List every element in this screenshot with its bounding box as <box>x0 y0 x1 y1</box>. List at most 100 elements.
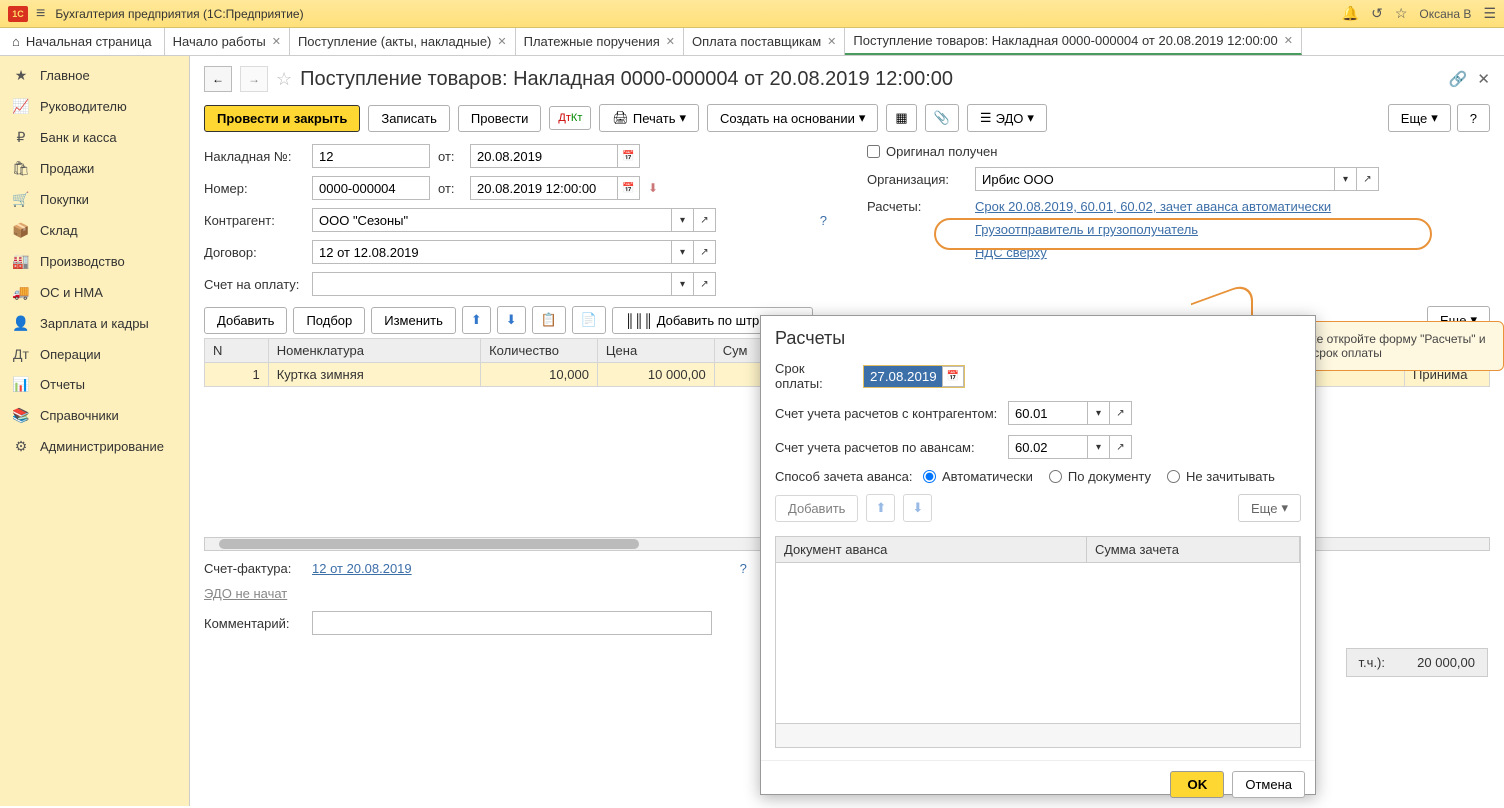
nav-warehouse[interactable]: 📦Склад <box>0 215 189 246</box>
create-based-button[interactable]: Создать на основании ▾ <box>707 104 878 132</box>
invoice-no-input[interactable] <box>312 144 430 168</box>
original-checkbox[interactable] <box>867 145 880 158</box>
tab-goods-receipt[interactable]: Поступление товаров: Накладная 0000-0000… <box>845 28 1302 55</box>
tab-vendor-pay[interactable]: Оплата поставщикам✕ <box>684 28 845 55</box>
nav-refs[interactable]: 📚Справочники <box>0 400 189 431</box>
open-icon[interactable]: ↗ <box>694 208 716 232</box>
popup-up-button[interactable]: ⬆ <box>866 494 895 522</box>
menu-icon[interactable]: ≡ <box>36 5 45 23</box>
change-button[interactable]: Изменить <box>371 307 456 334</box>
chevron-down-icon[interactable]: ▾ <box>1335 167 1357 191</box>
hint-link-2[interactable]: ? <box>740 561 747 576</box>
chevron-down-icon[interactable]: ▾ <box>672 240 694 264</box>
attach-button[interactable]: 📎 <box>925 104 959 132</box>
nav-admin[interactable]: ⚙Администрирование <box>0 431 189 462</box>
radio-doc[interactable]: По документу <box>1049 469 1151 484</box>
tab-payments[interactable]: Платежные поручения✕ <box>516 28 684 55</box>
col-doc[interactable]: Документ аванса <box>776 537 1087 562</box>
edo-button[interactable]: ☰ ЭДО ▾ <box>967 104 1047 132</box>
close-icon[interactable]: ✕ <box>497 35 506 48</box>
add-row-button[interactable]: Добавить <box>204 307 287 334</box>
radio-none[interactable]: Не зачитывать <box>1167 469 1275 484</box>
back-button[interactable]: ← <box>204 66 232 92</box>
open-icon[interactable]: ↗ <box>694 272 716 296</box>
chevron-down-icon[interactable]: ▾ <box>1088 435 1110 459</box>
copy-button[interactable]: 📋 <box>532 306 566 334</box>
nav-hr[interactable]: 👤Зарплата и кадры <box>0 308 189 339</box>
post-button[interactable]: Провести <box>458 105 542 132</box>
nav-operations[interactable]: ДтОперации <box>0 339 189 369</box>
nav-reports[interactable]: 📊Отчеты <box>0 369 189 400</box>
forward-button[interactable]: → <box>240 66 268 92</box>
open-icon[interactable]: ↗ <box>1110 435 1132 459</box>
chevron-down-icon[interactable]: ▾ <box>1088 401 1110 425</box>
calendar-icon[interactable]: 📅 <box>618 176 640 200</box>
scroll-thumb[interactable] <box>219 539 639 549</box>
collapse-icon[interactable]: ☰ <box>1483 5 1496 22</box>
close-icon[interactable]: ✕ <box>272 35 281 48</box>
calendar-icon[interactable]: 📅 <box>618 144 640 168</box>
contract-input[interactable] <box>312 240 672 264</box>
chevron-down-icon[interactable]: ▾ <box>672 208 694 232</box>
favorite-icon[interactable]: ☆ <box>276 69 292 90</box>
number-date-input[interactable] <box>470 176 618 200</box>
select-button[interactable]: Подбор <box>293 307 365 334</box>
move-up-button[interactable]: ⬆ <box>462 306 491 334</box>
col-sum[interactable]: Сумма зачета <box>1087 537 1300 562</box>
comment-input[interactable] <box>312 611 712 635</box>
nav-production[interactable]: 🏭Производство <box>0 246 189 277</box>
col-price[interactable]: Цена <box>597 339 714 363</box>
nav-bank[interactable]: ₽Банк и касса <box>0 122 189 153</box>
invoice-fact-link[interactable]: 12 от 20.08.2019 <box>312 561 412 576</box>
history-icon[interactable]: ↺ <box>1371 5 1383 22</box>
calendar-icon[interactable]: 📅 <box>942 366 964 387</box>
radio-auto[interactable]: Автоматически <box>923 469 1033 484</box>
star-icon[interactable]: ☆ <box>1395 5 1408 22</box>
nav-purchases[interactable]: 🛒Покупки <box>0 184 189 215</box>
col-n[interactable]: N <box>205 339 269 363</box>
more-button[interactable]: Еще ▾ <box>1388 104 1451 132</box>
open-icon[interactable]: ↗ <box>1357 167 1379 191</box>
structure-button[interactable]: ▦ <box>886 104 916 132</box>
close-icon[interactable]: ✕ <box>1477 70 1490 88</box>
cancel-button[interactable]: Отмена <box>1232 771 1305 798</box>
open-icon[interactable]: ↗ <box>694 240 716 264</box>
print-button[interactable]: 🖨Печать ▾ <box>599 104 699 132</box>
close-icon[interactable]: ✕ <box>827 35 836 48</box>
acc2-input[interactable] <box>1008 435 1088 459</box>
contractor-input[interactable] <box>312 208 672 232</box>
popup-down-button[interactable]: ⬇ <box>903 494 932 522</box>
invoice-date-input[interactable] <box>470 144 618 168</box>
number-input[interactable] <box>312 176 430 200</box>
nav-manager[interactable]: 📈Руководителю <box>0 91 189 122</box>
close-icon[interactable]: ✕ <box>1284 34 1293 47</box>
popup-add-button[interactable]: Добавить <box>775 495 858 522</box>
org-input[interactable] <box>975 167 1335 191</box>
tab-receipts[interactable]: Поступление (акты, накладные)✕ <box>290 28 516 55</box>
link-icon[interactable]: 🔗 <box>1449 70 1468 88</box>
edo-status-link[interactable]: ЭДО не начат <box>204 586 287 601</box>
hint-link[interactable]: ? <box>820 213 827 228</box>
col-qty[interactable]: Количество <box>481 339 598 363</box>
close-icon[interactable]: ✕ <box>666 35 675 48</box>
user-name[interactable]: Оксана В <box>1419 7 1471 21</box>
post-close-button[interactable]: Провести и закрыть <box>204 105 360 132</box>
acc1-input[interactable] <box>1008 401 1088 425</box>
write-button[interactable]: Записать <box>368 105 450 132</box>
col-nom[interactable]: Номенклатура <box>268 339 480 363</box>
ok-button[interactable]: OK <box>1170 771 1224 798</box>
nav-main[interactable]: ★Главное <box>0 60 189 91</box>
pay-account-input[interactable] <box>312 272 672 296</box>
move-down-button[interactable]: ⬇ <box>497 306 526 334</box>
nav-sales[interactable]: 🛍Продажи <box>0 153 189 184</box>
nav-assets[interactable]: 🚚ОС и НМА <box>0 277 189 308</box>
vat-link[interactable]: НДС сверху <box>975 245 1047 260</box>
tab-start[interactable]: Начало работы✕ <box>165 28 290 55</box>
settlements-link[interactable]: Срок 20.08.2019, 60.01, 60.02, зачет ава… <box>975 199 1331 214</box>
home-tab[interactable]: ⌂ Начальная страница <box>0 28 165 55</box>
bell-icon[interactable]: 🔔 <box>1342 5 1359 22</box>
dt-kt-button[interactable]: ДтКт <box>549 106 591 130</box>
chevron-down-icon[interactable]: ▾ <box>672 272 694 296</box>
paste-button[interactable]: 📄 <box>572 306 606 334</box>
shipper-link[interactable]: Грузоотправитель и грузополучатель <box>975 222 1198 237</box>
